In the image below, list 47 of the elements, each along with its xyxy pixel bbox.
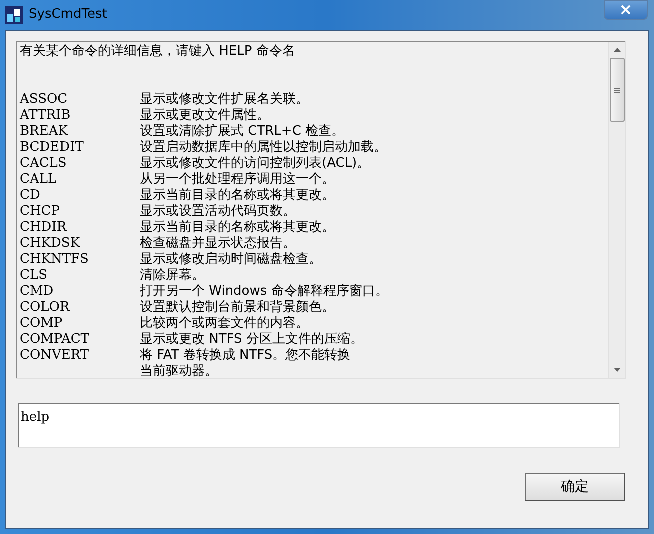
command-name: CALL <box>20 172 57 187</box>
scrollbar[interactable] <box>608 42 625 378</box>
command-description: 设置启动数据库中的属性以控制启动加载。 <box>140 140 387 156</box>
command-name: CD <box>20 188 40 203</box>
command-name: ATTRIB <box>20 108 71 123</box>
command-description: 将 FAT 卷转换成 NTFS。您不能转换 <box>140 348 351 364</box>
command-description: 显示或设置活动代码页数。 <box>140 204 296 220</box>
command-input[interactable]: help <box>18 403 620 448</box>
command-name: CHCP <box>20 204 60 219</box>
scroll-thumb[interactable] <box>610 58 624 122</box>
command-name: COMP <box>20 316 63 331</box>
command-name: CLS <box>20 268 48 283</box>
app-icon <box>5 6 23 24</box>
close-button[interactable]: × <box>604 0 648 20</box>
command-name: CHDIR <box>20 220 67 235</box>
command-name: CMD <box>20 284 54 299</box>
command-description: 显示当前目录的名称或将其更改。 <box>140 188 335 204</box>
command-description: 设置默认控制台前景和背景颜色。 <box>140 300 335 316</box>
command-name: BCDEDIT <box>20 140 84 155</box>
command-name: CACLS <box>20 156 67 171</box>
command-name: ASSOC <box>20 92 68 107</box>
scroll-down-icon[interactable] <box>614 368 620 372</box>
help-header: 有关某个命令的详细信息，请键入 HELP 命令名 <box>20 44 296 60</box>
command-description: 当前驱动器。 <box>140 364 218 378</box>
command-description: 打开另一个 Windows 命令解释程序窗口。 <box>140 284 388 300</box>
command-description: 清除屏幕。 <box>140 268 205 284</box>
command-description: 显示或更改 NTFS 分区上文件的压缩。 <box>140 332 364 348</box>
command-name: CHKNTFS <box>20 252 89 267</box>
command-name: COLOR <box>20 300 70 315</box>
command-name: CONVERT <box>20 348 90 363</box>
command-description: 显示或修改文件扩展名关联。 <box>140 92 309 108</box>
command-description: 显示或更改文件属性。 <box>140 108 270 124</box>
command-description: 设置或清除扩展式 CTRL+C 检查。 <box>140 124 345 140</box>
command-name: COMPACT <box>20 332 90 347</box>
window-title: SysCmdTest <box>29 6 108 24</box>
ok-button[interactable]: 确定 <box>525 473 625 501</box>
grip-icon <box>614 88 620 92</box>
command-description: 从另一个批处理程序调用这一个。 <box>140 172 335 188</box>
command-description: 比较两个或两套文件的内容。 <box>140 316 309 332</box>
command-name: BREAK <box>20 124 68 139</box>
command-description: 显示或修改启动时间磁盘检查。 <box>140 252 322 268</box>
command-description: 显示当前目录的名称或将其更改。 <box>140 220 335 236</box>
scroll-up-icon[interactable] <box>614 48 620 52</box>
command-description: 检查磁盘并显示状态报告。 <box>140 236 296 252</box>
command-description: 显示或修改文件的访问控制列表(ACL)。 <box>140 156 370 172</box>
command-input-field: help <box>19 407 619 428</box>
command-name: CHKDSK <box>20 236 80 251</box>
